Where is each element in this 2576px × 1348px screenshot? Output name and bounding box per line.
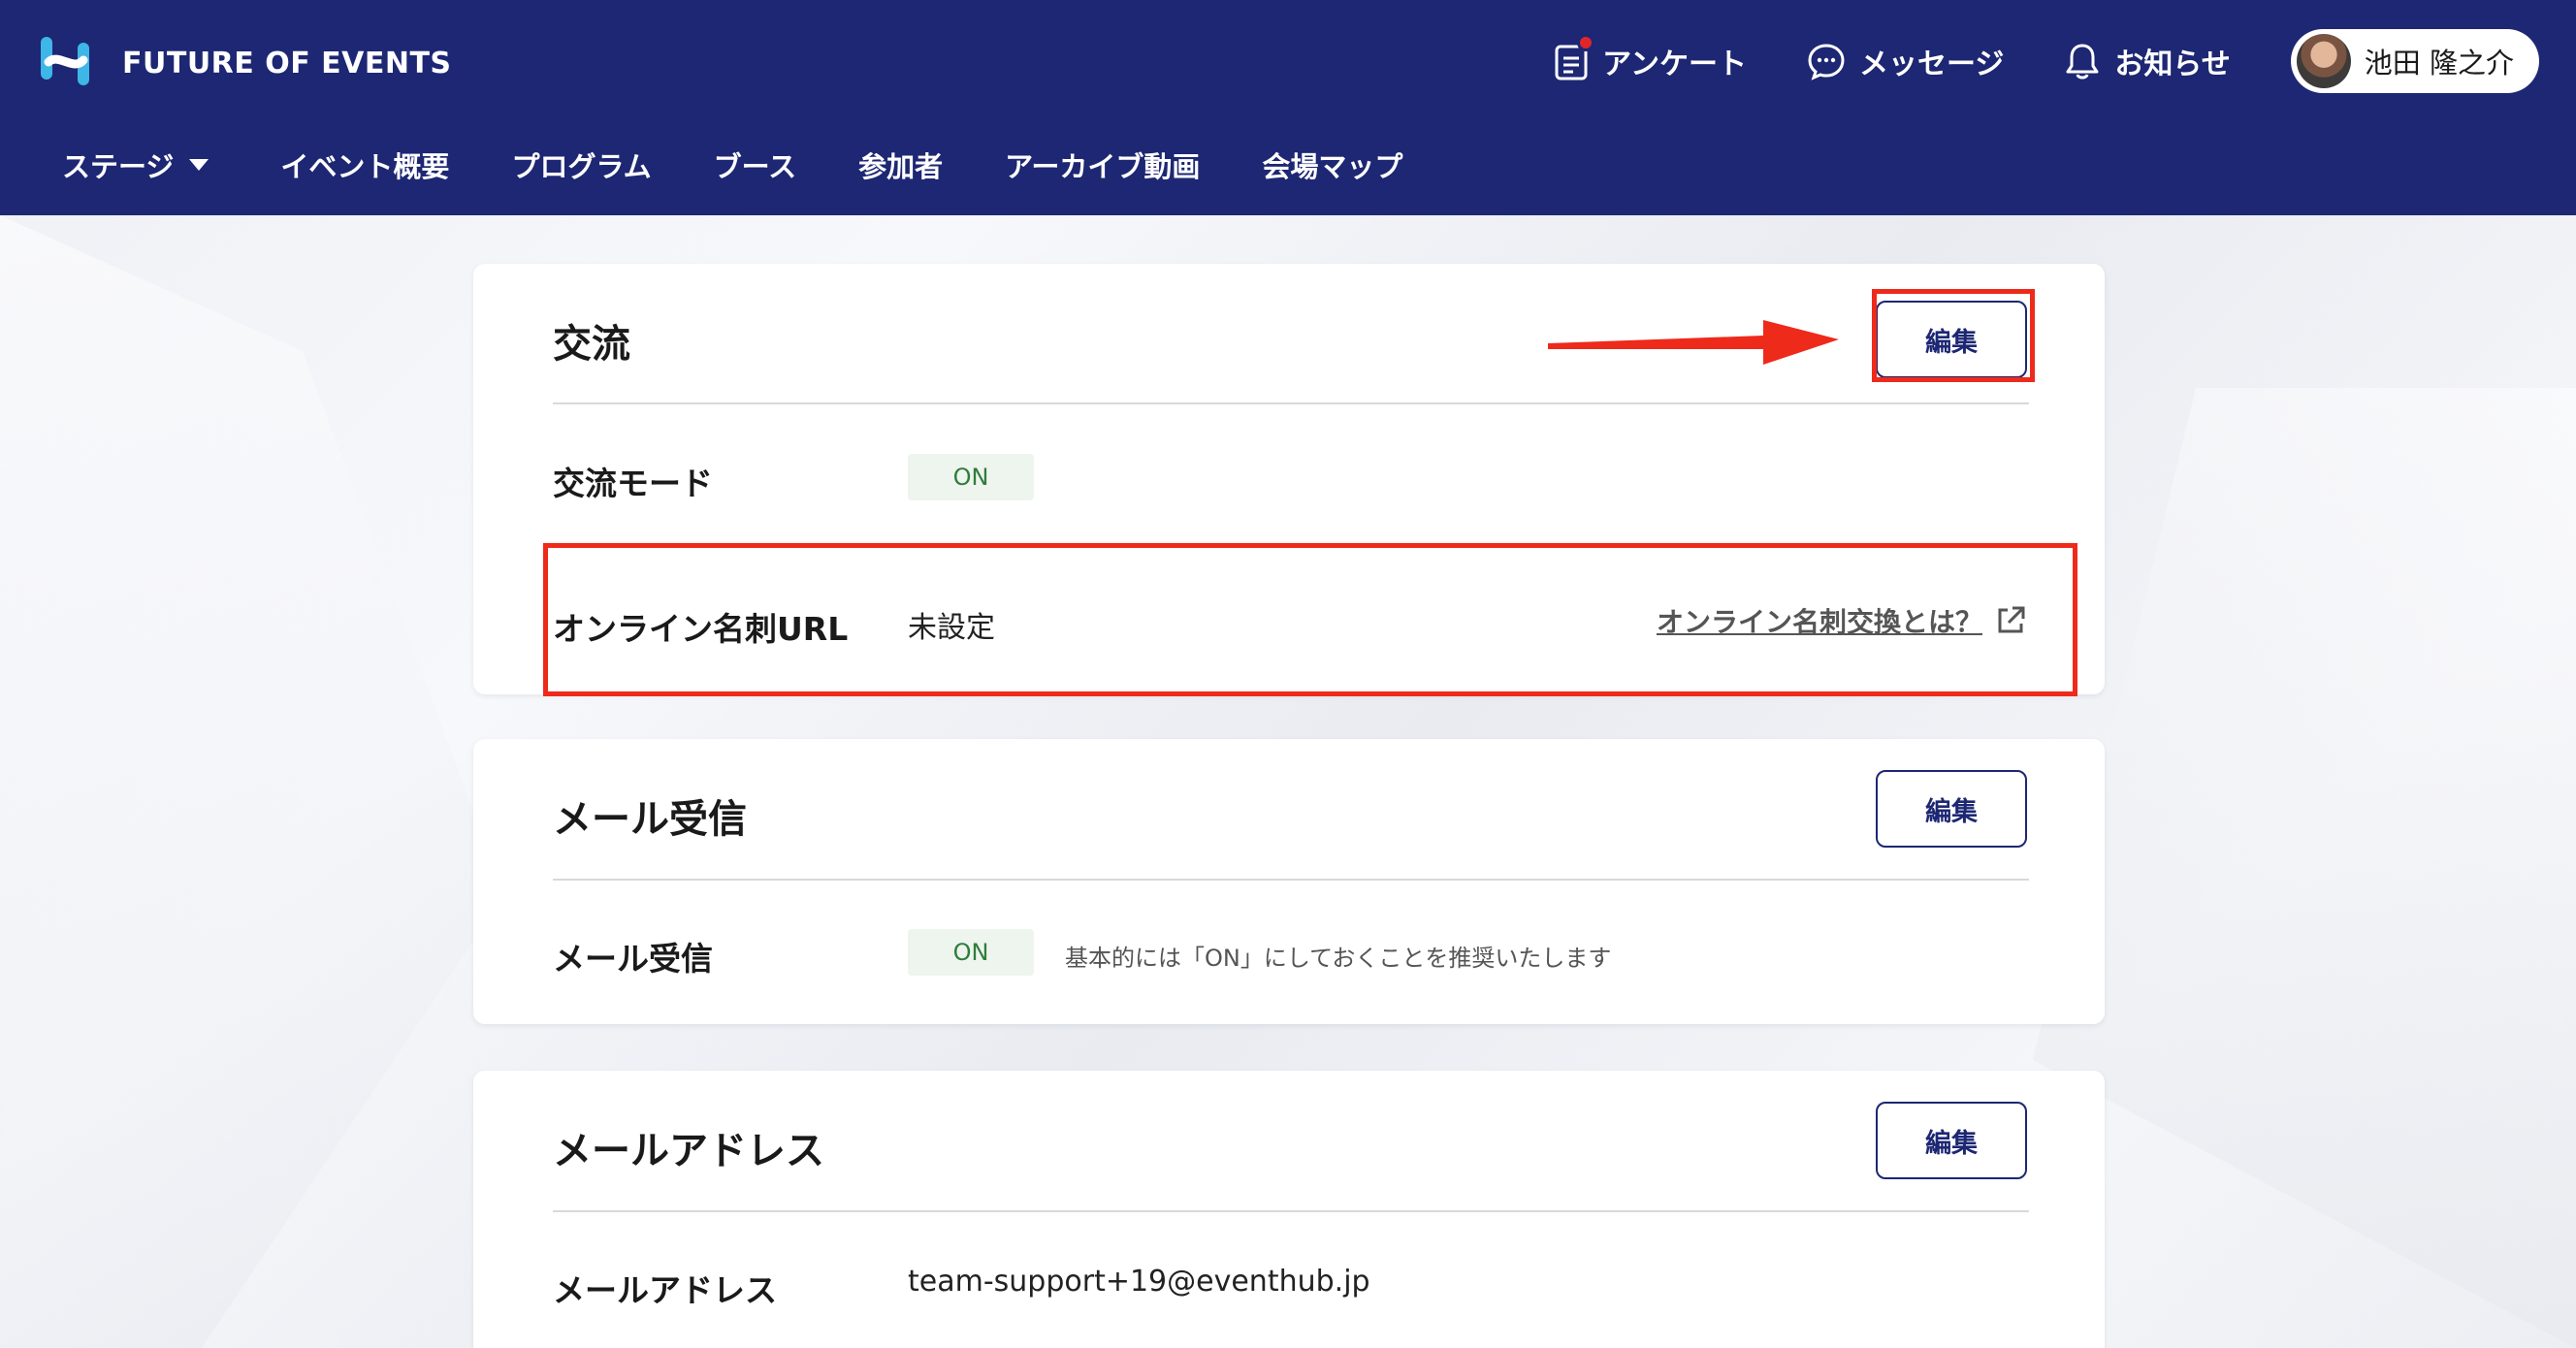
avatar: [2296, 34, 2351, 88]
user-menu[interactable]: 池田 隆之介: [2290, 29, 2539, 93]
nav-item-archive-videos[interactable]: アーカイブ動画: [1005, 144, 1200, 185]
caret-down-icon: [189, 159, 209, 171]
section-divider: [553, 1210, 2029, 1212]
exchange-title: 交流: [553, 322, 630, 367]
business-card-url-label: オンライン名刺URL: [553, 610, 849, 648]
exchange-mode-label: 交流モード: [553, 465, 713, 502]
exchange-edit-button[interactable]: 編集: [1876, 301, 2027, 378]
business-card-url-value: 未設定: [908, 611, 995, 645]
bell-icon: [2066, 44, 2099, 80]
background-facet: [0, 215, 504, 1348]
mail-receive-hint: 基本的には「ON」にしておくことを推奨いたします: [1065, 945, 1612, 972]
user-name: 池田 隆之介: [2364, 47, 2514, 80]
nav-item-participants[interactable]: 参加者: [858, 144, 943, 185]
nav-item-label: ステージ: [62, 150, 175, 183]
help-link-label: オンライン名刺交換とは？: [1656, 606, 1982, 638]
notifications-button[interactable]: お知らせ: [2064, 40, 2231, 82]
mail-address-edit-button[interactable]: 編集: [1876, 1102, 2027, 1179]
mail-receive-edit-button[interactable]: 編集: [1876, 770, 2027, 848]
mail-receive-section: メール受信 編集 メール受信 ON 基本的には「ON」にしておくことを推奨いたし…: [473, 739, 2105, 1024]
mail-receive-status-badge: ON: [908, 929, 1034, 976]
mail-receive-title: メール受信: [553, 797, 747, 842]
annotation-arrow-icon: [1548, 320, 1839, 365]
background-facet: [2033, 388, 2576, 1348]
notification-dot: [1577, 34, 1595, 51]
survey-button[interactable]: アンケート: [1554, 34, 1747, 82]
nav-item-program[interactable]: プログラム: [511, 144, 651, 185]
section-divider: [553, 879, 2029, 881]
mail-address-value: team-support+19@eventhub.jp: [908, 1265, 1370, 1299]
main-nav: ステージ イベント概要 プログラム ブース 参加者 アーカイブ動画 会場マップ: [0, 136, 1402, 194]
survey-label: アンケート: [1602, 48, 1747, 81]
message-button[interactable]: メッセージ: [1807, 40, 2004, 82]
nav-item-stage[interactable]: ステージ: [62, 144, 209, 185]
message-label: メッセージ: [1858, 48, 2005, 81]
nav-item-event-overview[interactable]: イベント概要: [280, 144, 449, 185]
external-link-icon: [1998, 606, 2025, 633]
mail-address-title: メールアドレス: [553, 1129, 824, 1173]
exchange-mode-status-badge: ON: [908, 454, 1034, 500]
brand-name[interactable]: FUTURE OF EVENTS: [122, 47, 452, 80]
mail-address-label: メールアドレス: [553, 1271, 777, 1309]
notifications-label: お知らせ: [2114, 48, 2231, 81]
top-header: FUTURE OF EVENTS アンケート メッセージ お知らせ 池田 隆之介…: [0, 0, 2576, 215]
mail-address-section: メールアドレス 編集 メールアドレス team-support+19@event…: [473, 1071, 2105, 1348]
header-actions: アンケート メッセージ お知らせ 池田 隆之介: [1554, 29, 2539, 93]
brand-logo-icon[interactable]: [39, 33, 95, 89]
mail-receive-label: メール受信: [553, 940, 713, 978]
chat-bubble-icon: [1808, 44, 1845, 80]
business-card-help-link[interactable]: オンライン名刺交換とは？: [1657, 601, 2027, 640]
nav-item-booth[interactable]: ブース: [714, 144, 797, 185]
nav-item-venue-map[interactable]: 会場マップ: [1262, 144, 1402, 185]
section-divider: [553, 402, 2029, 404]
exchange-section: 交流 編集 交流モード ON オンライン名刺URL 未設定 オンライン名刺交換と…: [473, 264, 2105, 694]
